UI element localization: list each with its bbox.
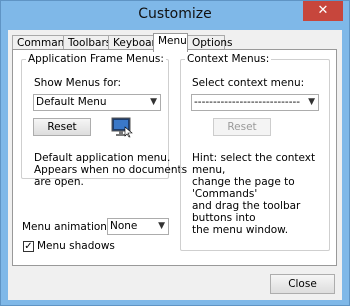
app-frame-menus-legend: Application Frame Menus: — [28, 53, 164, 65]
hint-line: change the page to 'Commands' — [192, 176, 295, 200]
chevron-down-icon: ▼ — [308, 97, 315, 107]
dialog-body: Commands Toolbars Keyboard Menu Options … — [8, 30, 342, 300]
menu-tab-panel: Application Frame Menus: Show Menus for:… — [12, 49, 337, 266]
select-context-label: Select context menu: — [192, 77, 305, 89]
show-menus-value: Default Menu — [36, 96, 107, 108]
context-menu-value: ---------------------------- — [194, 96, 301, 108]
context-reset-button[interactable]: Reset — [213, 118, 271, 136]
hint-line: and drag the toolbar buttons into — [192, 200, 301, 224]
hint-line: the menu window. — [192, 224, 289, 236]
app-desc-line: are open. — [34, 176, 84, 188]
chevron-down-icon: ▼ — [158, 221, 165, 231]
app-menu-description: Default application menu. Appears when n… — [34, 152, 187, 188]
context-menus-legend: Context Menus: — [187, 53, 270, 65]
show-menus-select[interactable]: Default Menu ▼ — [33, 94, 161, 111]
menu-animations-select[interactable]: None ▼ — [107, 218, 169, 235]
menu-monitor-icon — [111, 117, 133, 138]
context-hint: Hint: select the context menu, change th… — [192, 152, 336, 236]
customize-dialog: Customize ✕ Commands Toolbars Keyboard M… — [0, 0, 350, 306]
app-desc-line: Appears when no documents — [34, 164, 188, 176]
menu-animations-value: None — [110, 220, 138, 232]
show-menus-label: Show Menus for: — [34, 77, 122, 89]
close-button[interactable]: Close — [270, 274, 335, 294]
title-bar: Customize ✕ — [1, 1, 349, 29]
menu-shadows-checkbox[interactable]: ✓ — [23, 241, 34, 252]
tab-menu[interactable]: Menu — [153, 33, 188, 52]
menu-shadows-label: Menu shadows — [37, 240, 115, 252]
hint-line: Hint: select the context menu, — [192, 152, 316, 176]
app-reset-button[interactable]: Reset — [33, 118, 91, 136]
context-menu-select[interactable]: ---------------------------- ▼ — [191, 94, 319, 111]
menu-animations-label: Menu animations: — [22, 221, 116, 233]
close-icon[interactable]: ✕ — [303, 1, 343, 21]
app-desc-line: Default application menu. — [34, 152, 171, 164]
window-title: Customize — [138, 6, 212, 22]
chevron-down-icon: ▼ — [150, 97, 157, 107]
